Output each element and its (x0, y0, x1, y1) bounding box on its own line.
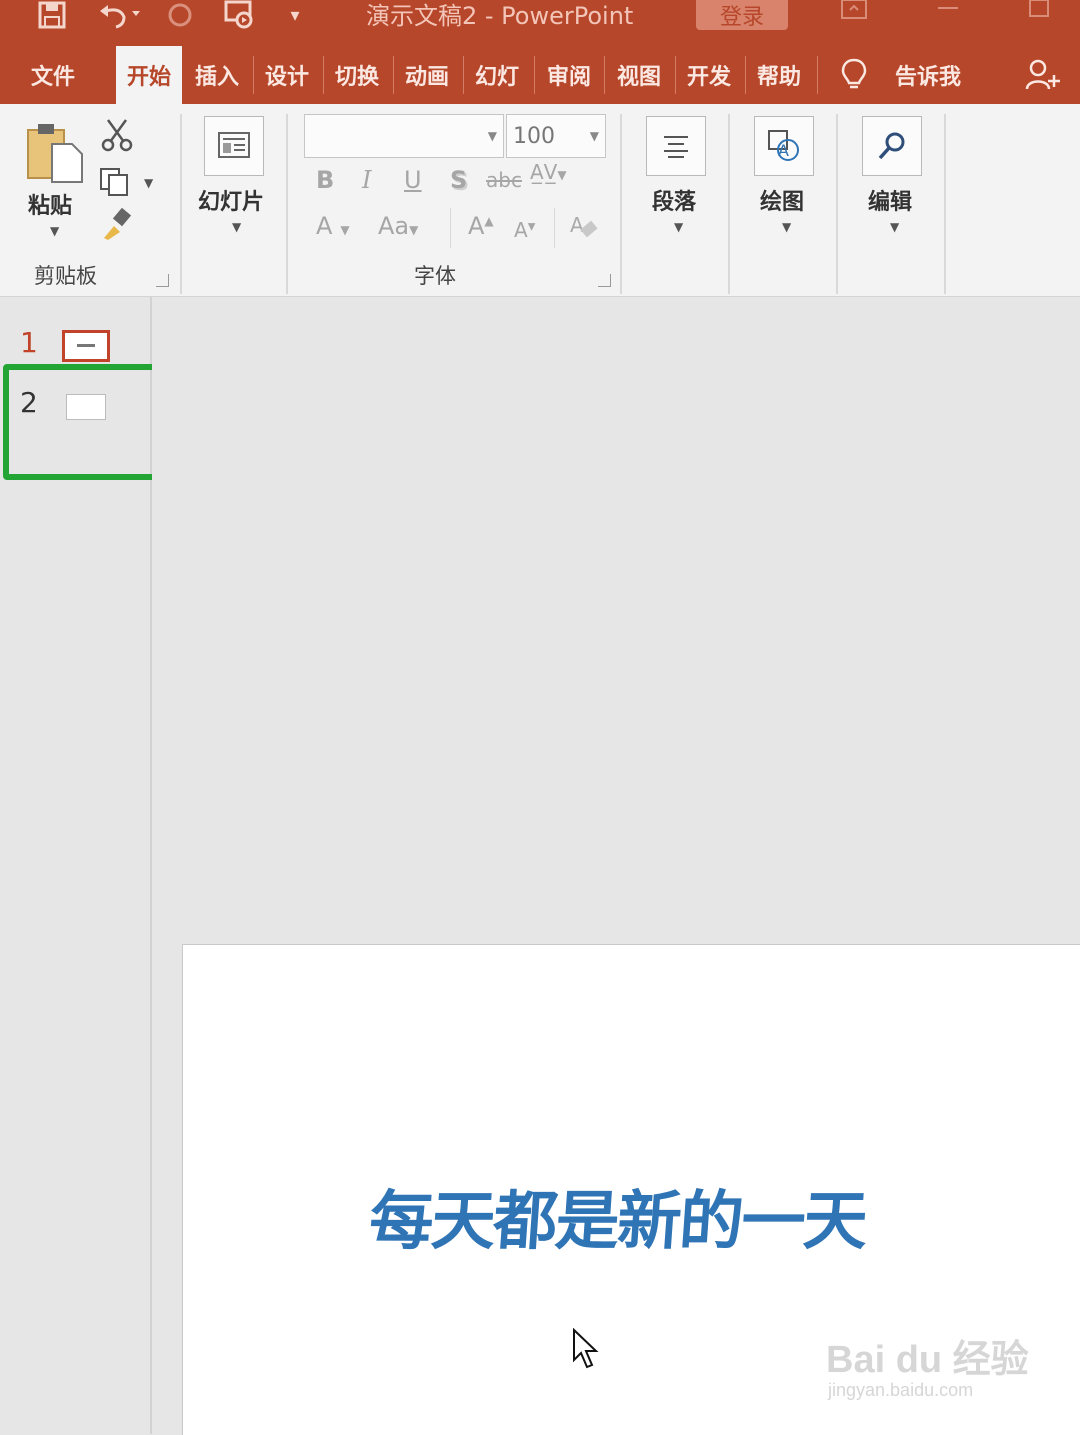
format-painter-icon[interactable] (100, 207, 134, 246)
font-color-icon[interactable]: A ▼ (316, 212, 350, 240)
tab-help[interactable]: 帮助 (746, 46, 812, 104)
tab-design[interactable]: 设计 (254, 46, 320, 104)
share-icon[interactable] (1024, 46, 1080, 104)
title-bar: ▾ 演示文稿2 - PowerPoint 登录 (0, 0, 1080, 46)
font-group-label: 字体 (414, 264, 456, 288)
svg-text:A: A (570, 213, 584, 237)
tab-developer[interactable]: 开发 (676, 46, 742, 104)
font-name-combo[interactable]: ▼ (304, 114, 504, 158)
tab-divider (534, 56, 535, 94)
font-size-dropdown-icon[interactable]: ▼ (590, 129, 599, 143)
thumbnail-title-line (77, 344, 95, 347)
tab-slideshow[interactable]: 幻灯 (464, 46, 530, 104)
svg-text:A: A (778, 141, 789, 160)
editing-label[interactable]: 编辑 (868, 184, 912, 216)
paragraph-label[interactable]: 段落 (652, 184, 696, 216)
lightbulb-icon[interactable] (832, 46, 876, 104)
text-shadow-icon[interactable]: S (450, 166, 467, 194)
new-slide-label[interactable]: 幻灯片 (198, 184, 264, 216)
drawing-label[interactable]: 绘图 (760, 184, 804, 216)
paragraph-dropdown-icon[interactable]: ▼ (674, 220, 683, 234)
maximize-icon[interactable] (1026, 0, 1054, 28)
paragraph-icon[interactable] (646, 116, 706, 176)
ribbon-display-options-icon[interactable] (840, 0, 868, 28)
tab-animations[interactable]: 动画 (394, 46, 460, 104)
undo-icon[interactable] (92, 0, 144, 30)
slide-thumbnail-1[interactable] (62, 330, 110, 362)
bold-icon[interactable]: B (316, 166, 334, 194)
copy-dropdown-icon[interactable]: ▼ (144, 176, 153, 190)
group-divider (620, 114, 622, 294)
font-divider (554, 208, 555, 248)
group-divider (286, 114, 288, 294)
redo-icon[interactable] (164, 0, 196, 30)
new-slide-icon[interactable] (204, 116, 264, 176)
tab-transitions[interactable]: 切换 (324, 46, 390, 104)
window-title: 演示文稿2 - PowerPoint (366, 2, 634, 30)
font-launcher-icon[interactable] (598, 274, 611, 287)
tab-review[interactable]: 审阅 (536, 46, 602, 104)
customize-toolbar-icon[interactable]: ▾ (284, 0, 306, 30)
paste-icon[interactable] (24, 122, 86, 188)
tab-divider (817, 56, 818, 94)
tab-home[interactable]: 开始 (116, 46, 182, 104)
new-slide-dropdown-icon[interactable]: ▼ (232, 220, 241, 234)
minimize-icon[interactable] (934, 0, 962, 28)
group-divider (728, 114, 730, 294)
editing-search-icon[interactable] (862, 116, 922, 176)
decrease-font-icon[interactable]: A▼ (514, 218, 535, 242)
paste-dropdown-icon[interactable]: ▼ (50, 224, 59, 238)
tell-me-search[interactable]: 告诉我 (880, 46, 976, 104)
tab-view[interactable]: 视图 (606, 46, 672, 104)
slide-title-text[interactable]: 每天都是新的一天 (367, 1170, 933, 1260)
drawing-shapes-icon[interactable]: A (754, 116, 814, 176)
baidu-watermark: Bai du 经验 jingyan.baidu.com (826, 1318, 1029, 1408)
font-name-dropdown-icon[interactable]: ▼ (488, 129, 497, 143)
ribbon: 粘贴 ▼ ▼ 剪贴板 幻灯片 ▼ ▼ 100 ▼ B I U S abc A̲V… (0, 104, 1080, 297)
strikethrough-icon[interactable]: abc (486, 168, 522, 192)
login-button[interactable]: 登录 (696, 0, 788, 30)
clipboard-launcher-icon[interactable] (156, 274, 169, 287)
save-icon[interactable] (34, 0, 70, 30)
cut-icon[interactable] (100, 118, 134, 156)
change-case-icon[interactable]: Aa▼ (378, 212, 418, 240)
group-divider (836, 114, 838, 294)
group-divider (180, 114, 182, 294)
editing-dropdown-icon[interactable]: ▼ (890, 220, 899, 234)
watermark-brand: Bai du 经验 (826, 1339, 1029, 1381)
underline-icon[interactable]: U (404, 166, 422, 194)
italic-icon[interactable]: I (362, 166, 371, 194)
mouse-cursor-icon (572, 1327, 600, 1374)
increase-font-icon[interactable]: A▲ (468, 212, 494, 240)
clear-formatting-icon[interactable]: A (568, 210, 600, 246)
font-size-combo[interactable]: 100 ▼ (506, 114, 606, 158)
clipboard-group-label: 剪贴板 (34, 264, 97, 288)
tab-divider (604, 56, 605, 94)
ribbon-tab-bar: 文件 开始 插入 设计 切换 动画 幻灯 审阅 视图 开发 帮助 告诉我 (0, 46, 1080, 104)
tab-insert[interactable]: 插入 (184, 46, 250, 104)
paste-button-label[interactable]: 粘贴 (28, 188, 72, 220)
slide-number-1: 1 (20, 326, 38, 359)
character-spacing-icon[interactable]: A̲V̲▼ (530, 160, 567, 184)
present-icon[interactable] (220, 0, 260, 30)
drawing-dropdown-icon[interactable]: ▼ (782, 220, 791, 234)
watermark-url: jingyan.baidu.com (828, 1380, 974, 1400)
font-divider (450, 208, 451, 248)
font-size-value: 100 (513, 123, 555, 149)
copy-icon[interactable] (98, 166, 132, 202)
tab-file[interactable]: 文件 (14, 46, 92, 104)
group-divider (944, 114, 946, 294)
